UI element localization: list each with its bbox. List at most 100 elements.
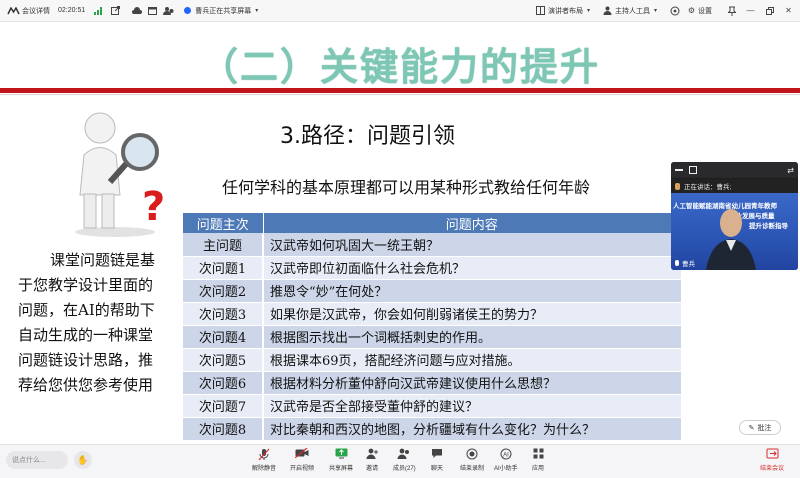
- question-level: 次问题8: [183, 417, 264, 441]
- speaking-label: 正在讲话：曹兵;: [684, 184, 732, 191]
- external-link-icon[interactable]: [110, 5, 121, 16]
- sharing-label: 曹兵正在共享屏幕: [195, 7, 252, 15]
- share-screen-button[interactable]: 共享屏幕: [329, 448, 353, 472]
- question-level: 主问题: [183, 233, 264, 257]
- raise-hand-button[interactable]: ✋: [74, 451, 92, 469]
- signal-icon: [93, 5, 104, 16]
- table-row: 主问题 汉武帝如何巩固大一统王朝？: [183, 233, 681, 257]
- members-icon[interactable]: [163, 5, 174, 16]
- question-content: 根据课本69页，搭配经济问题与应对措施。: [263, 348, 681, 372]
- app-logo[interactable]: 会议详情: [6, 5, 50, 16]
- meeting-toolbar: 说点什么... ✋ 解除静音 开启视频 共享屏幕 邀请 成员(27) 聊天 结束…: [0, 444, 800, 478]
- restore-icon[interactable]: [764, 5, 775, 16]
- record-icon: [466, 448, 478, 463]
- speaker-video-panel[interactable]: ⇄ 正在讲话：曹兵; 人工智能赋能湖南省幼儿园青年教师 专业发展与质量 提升诊断…: [671, 162, 798, 270]
- apps-grid-icon: [533, 448, 544, 463]
- members-button[interactable]: 成员(27): [393, 448, 416, 472]
- question-content: 如果你是汉武帝，你会如何削弱诸侯王的势力？: [263, 302, 681, 326]
- hand-icon: ✋: [77, 454, 89, 465]
- question-level: 次问题4: [183, 325, 264, 349]
- pin-icon[interactable]: [726, 5, 737, 16]
- video-panel-toolbar: ⇄: [671, 162, 798, 178]
- end-call-icon: [766, 448, 779, 463]
- stop-recording-label: 结束录制: [460, 466, 485, 472]
- table-row: 次问题2 推恩令“妙”在何处？: [183, 279, 681, 303]
- question-chain-table: 问题主次 问题内容 主问题 汉武帝如何巩固大一统王朝？ 次问题1 汉武帝即位初面临什…: [183, 213, 681, 441]
- chat-icon: [431, 448, 443, 463]
- calendar-icon[interactable]: [147, 5, 158, 16]
- close-icon[interactable]: ✕: [783, 5, 794, 16]
- question-level: 次问题5: [183, 348, 264, 372]
- cloud-icon[interactable]: [131, 5, 143, 16]
- pen-icon: ✎: [748, 424, 755, 432]
- settings-label: 设置: [698, 7, 712, 15]
- camera-off-icon: [294, 447, 309, 463]
- unmute-label: 解除静音: [252, 466, 277, 472]
- presenter-layout-button[interactable]: 演讲者布局 ▾: [535, 5, 594, 16]
- host-tools-label: 主持人工具: [615, 7, 650, 15]
- table-row: 次问题7 汉武帝是否全部接受董仲舒的建议？: [183, 394, 681, 418]
- gallery-view-icon[interactable]: [689, 166, 697, 174]
- presenter-layout-label: 演讲者布局: [548, 7, 583, 15]
- ai-assistant-label: AI小助手: [494, 466, 518, 472]
- end-meeting-button[interactable]: 结束会议: [760, 448, 784, 472]
- speaking-status: 正在讲话：曹兵;: [671, 179, 798, 193]
- person-icon: [602, 5, 613, 16]
- screen-share-indicator[interactable]: 曹兵正在共享屏幕 ▾: [184, 5, 262, 16]
- question-content: 根据图示找出一个词概括刺史的作用。: [263, 325, 681, 349]
- chat-button[interactable]: 聊天: [431, 448, 443, 472]
- table-row: 次问题3 如果你是汉武帝，你会如何削弱诸侯王的势力？: [183, 302, 681, 326]
- add-person-icon: [366, 448, 378, 463]
- invite-label: 邀请: [366, 466, 379, 472]
- speaker-name: 曹兵: [682, 261, 695, 268]
- members-label: 成员(27): [393, 466, 416, 472]
- app-logo-icon: [6, 5, 20, 16]
- apps-button[interactable]: 应用: [532, 448, 544, 472]
- title-bar: 会议详情 02:20:51 曹兵正在共享屏幕 ▾ 演讲者布局 ▾ 主持人工具 ▾…: [0, 0, 800, 22]
- settings-button[interactable]: ⚙ 设置: [686, 5, 712, 16]
- host-tools-button[interactable]: 主持人工具 ▾: [602, 5, 661, 16]
- title-divider: [0, 88, 800, 93]
- chevron-down-icon: ▾: [255, 8, 259, 14]
- table-row: 次问题6 根据材料分析董仲舒向汉武帝建议使用什么思想？: [183, 371, 681, 395]
- layout-icon: [535, 5, 546, 16]
- start-video-label: 开启视频: [290, 466, 315, 472]
- side-description: 课堂问题链是基于您教学设计里面的问题，在AI的帮助下自动生成的一种课堂问题链设计…: [18, 251, 156, 394]
- question-content: 汉武帝即位初面临什么社会危机？: [263, 256, 681, 280]
- ai-assistant-button[interactable]: AI AI小助手: [494, 448, 518, 472]
- stop-recording-button[interactable]: 结束录制: [460, 448, 484, 472]
- question-level: 次问题6: [183, 371, 264, 395]
- unmute-button[interactable]: 解除静音: [252, 448, 276, 472]
- gear-icon: ⚙: [687, 6, 696, 15]
- minimize-icon[interactable]: —: [745, 5, 756, 16]
- ai-assistant-icon: AI: [500, 448, 512, 463]
- question-level: 次问题2: [183, 279, 264, 303]
- question-content: 汉武帝如何巩固大一统王朝？: [263, 233, 681, 257]
- chat-label: 聊天: [431, 466, 444, 472]
- swap-icon[interactable]: ⇄: [787, 166, 794, 175]
- title-divider-thin: [0, 94, 800, 95]
- table-header-row: 问题主次 问题内容: [183, 213, 681, 233]
- invite-button[interactable]: 邀请: [366, 448, 378, 472]
- table-row: 次问题8 对比秦朝和西汉的地图，分析疆域有什么变化？为什么？: [183, 417, 681, 441]
- question-level: 次问题7: [183, 394, 264, 418]
- annotate-label: 批注: [757, 424, 772, 432]
- question-level: 次问题1: [183, 256, 264, 280]
- ai-icon[interactable]: [669, 5, 680, 16]
- question-content: 对比秦朝和西汉的地图，分析疆域有什么变化？为什么？: [263, 417, 681, 441]
- column-header-level: 问题主次: [183, 213, 264, 233]
- minimize-video-icon[interactable]: [675, 169, 683, 171]
- share-screen-icon: [335, 448, 348, 463]
- svg-text:AI: AI: [503, 453, 509, 459]
- annotate-button[interactable]: ✎ 批注: [739, 420, 781, 435]
- table-row: 次问题1 汉武帝即位初面临什么社会危机？: [183, 256, 681, 280]
- question-content: 根据材料分析董仲舒向汉武帝建议使用什么思想？: [263, 371, 681, 395]
- members-icon: [397, 448, 411, 463]
- chevron-down-icon: ▾: [653, 8, 657, 14]
- meeting-details-label[interactable]: 会议详情: [22, 6, 50, 16]
- question-content: 推恩令“妙”在何处？: [263, 279, 681, 303]
- start-video-button[interactable]: 开启视频: [290, 447, 315, 472]
- microphone-icon: [675, 260, 679, 266]
- chat-input[interactable]: 说点什么...: [6, 451, 68, 469]
- question-level: 次问题3: [183, 302, 264, 326]
